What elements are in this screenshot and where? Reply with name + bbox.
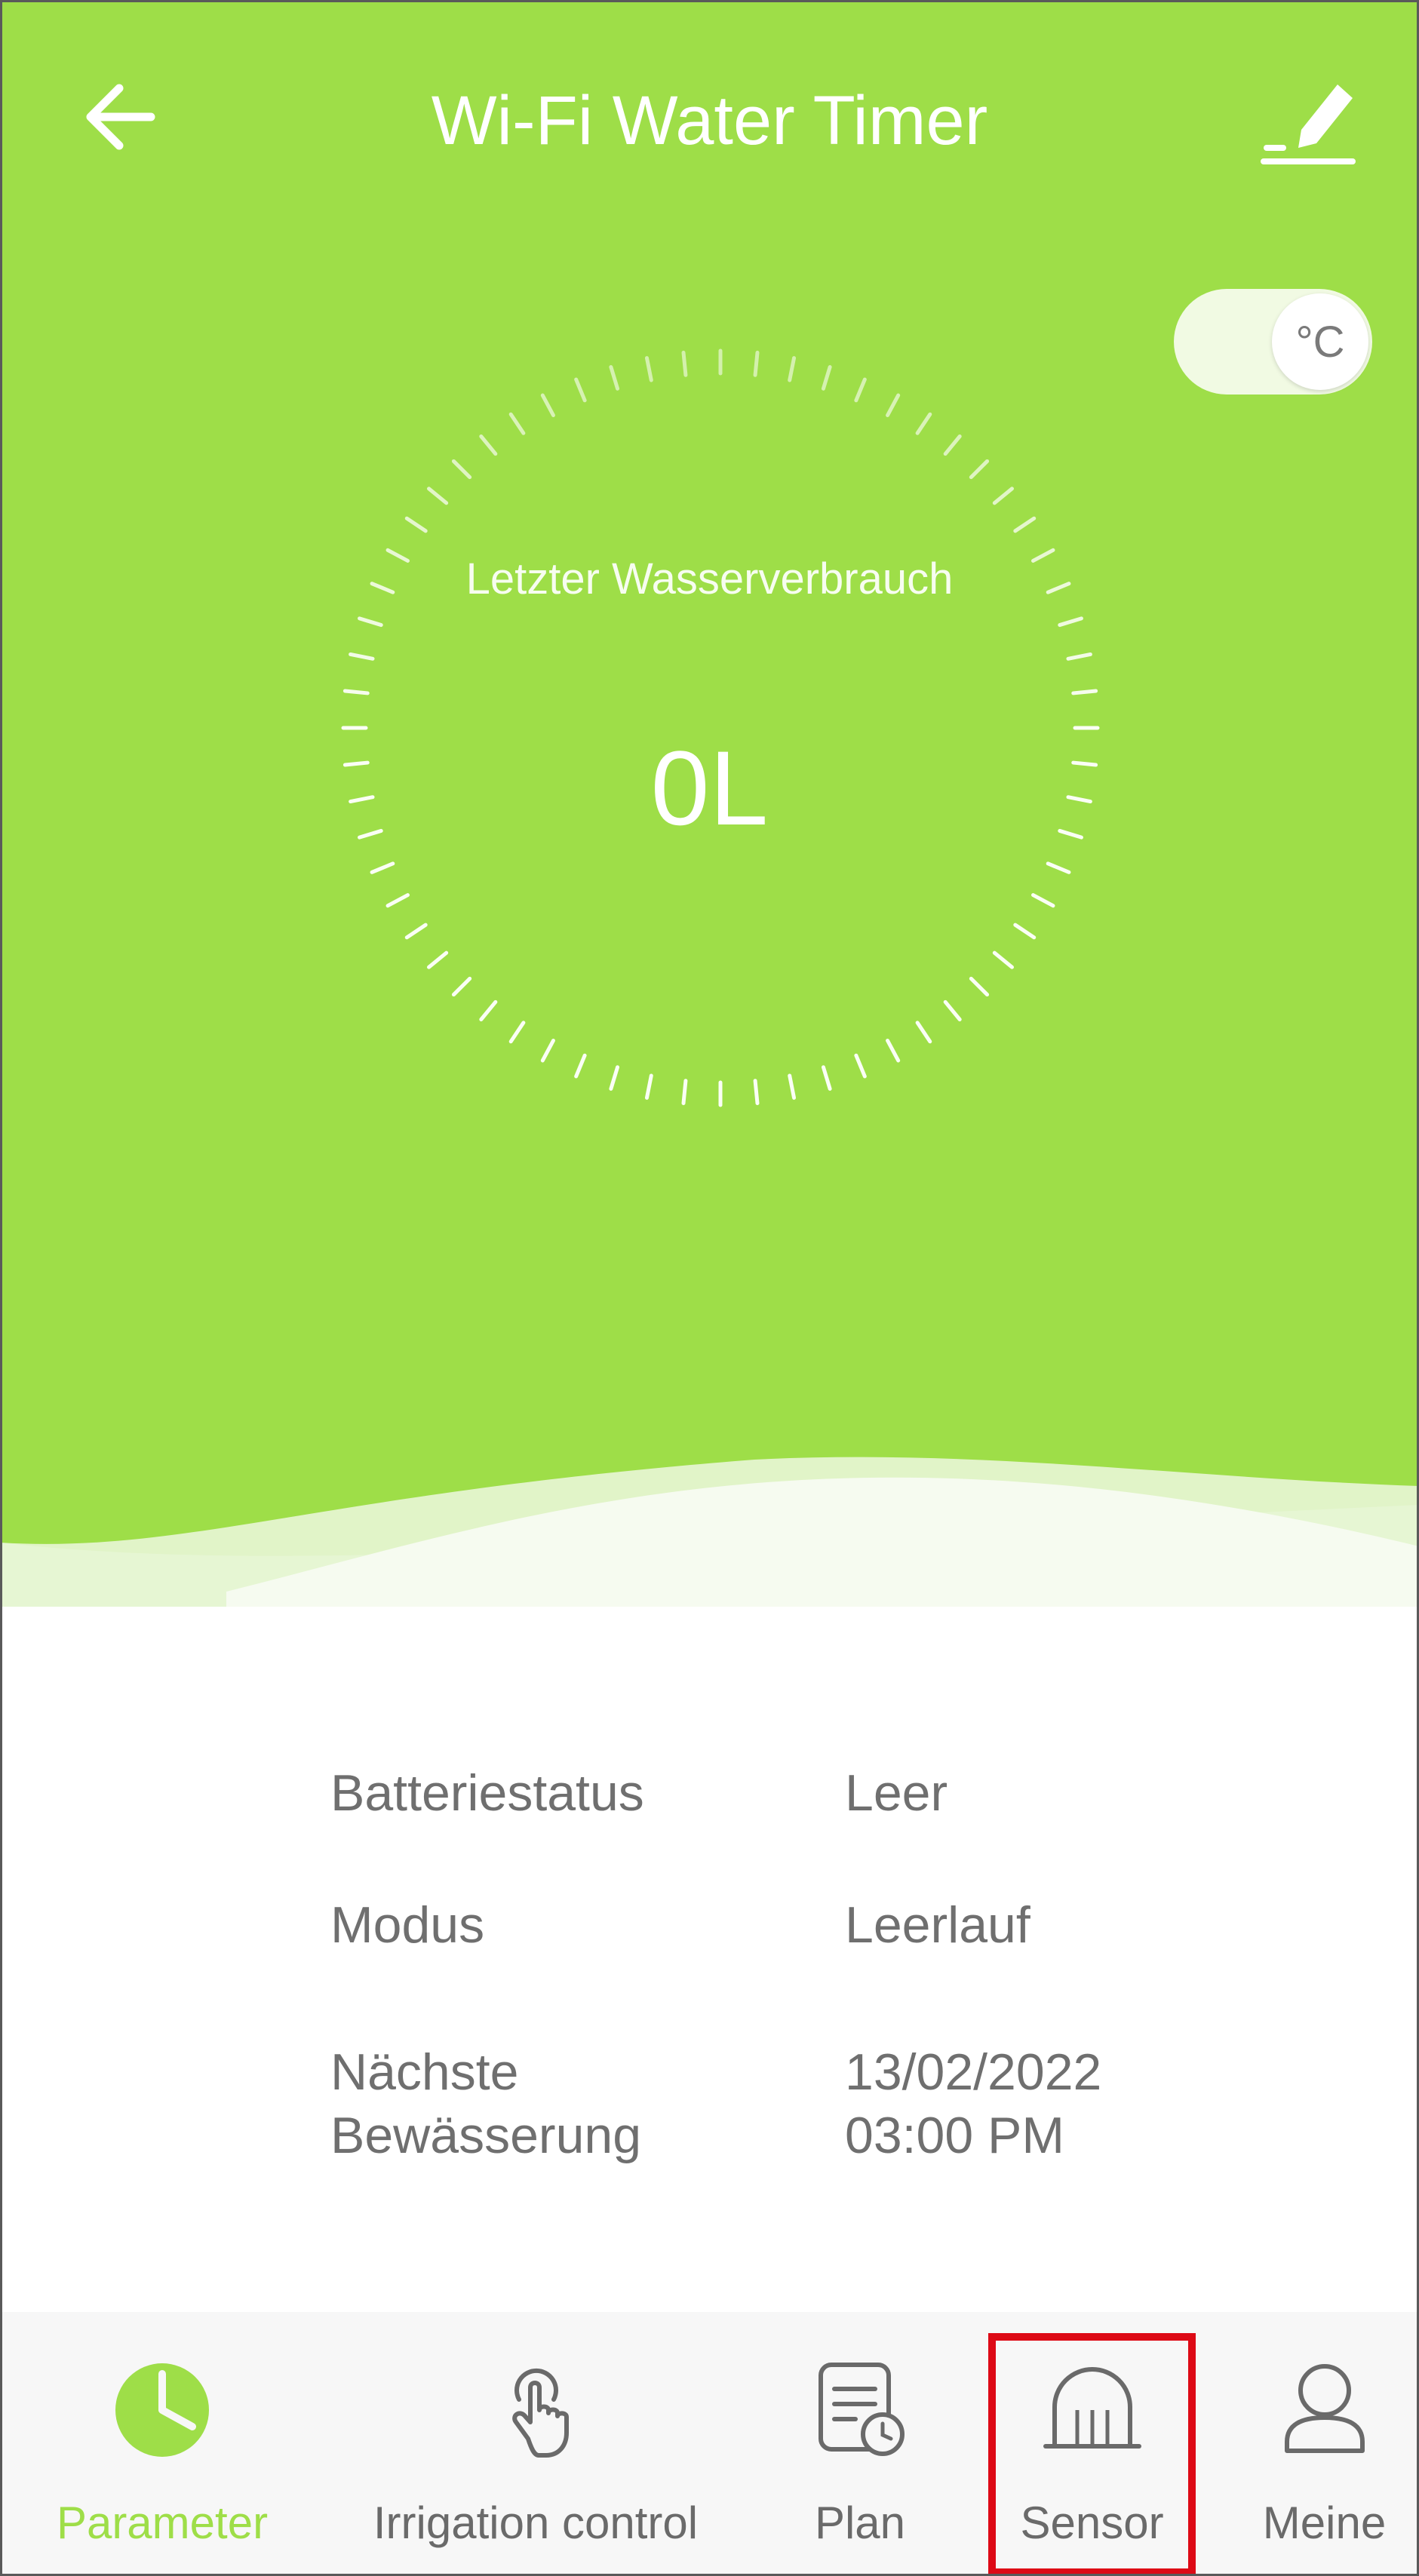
gauge-tick [451,976,472,997]
gauge-tick [943,434,962,456]
header-panel: Wi-Fi Water Timer °C Letzter Wasserverbr… [0,0,1419,1607]
gauge-tick [540,1039,555,1063]
tab-parameter-label: Parameter [56,2498,269,2548]
gauge-tick [753,350,760,377]
gauge-tick [915,1021,932,1044]
tab-plan-label: Plan [814,2498,906,2548]
gauge-tick [1058,616,1083,628]
tab-meine-label: Meine [1262,2498,1387,2548]
gauge-tick [943,999,962,1022]
gauge-tick [644,1073,653,1100]
gauge-tick [370,861,395,874]
gauge-tick [349,652,375,661]
gauge-tick [992,950,1015,969]
gauge-tick [342,689,370,695]
next-irrigation-date: 13/02/2022 [845,2043,1102,2101]
next-irrigation-label-line1: Nächste [330,2043,519,2101]
gauge-tick [1013,923,1037,940]
toggle-knob: °C [1272,293,1368,390]
gauge-tick [358,616,383,628]
gauge-tick [451,459,472,480]
gauge-tick [1031,893,1055,908]
tab-irrigation-control-label: Irrigation control [373,2498,699,2548]
next-irrigation-label-line2: Bewässerung [330,2107,642,2164]
gauge-tick [886,393,901,417]
mode-value: Leerlauf [845,1896,1030,1954]
gauge-tick [508,1021,526,1044]
gauge-tick [1013,516,1037,533]
gauge-tick [426,487,449,505]
page-title: Wi-Fi Water Timer [431,82,988,159]
gauge-value: 0L [650,729,769,847]
tab-plan[interactable]: Plan [785,2312,935,2576]
mode-label: Modus [330,1896,485,1954]
gauge-tick [681,1079,688,1106]
unit-label: °C [1295,317,1345,367]
touch-hand-icon [512,2368,569,2458]
gauge-tick [753,1079,760,1106]
gauge-tick [788,356,797,382]
gauge-tick [854,1053,867,1079]
gauge-tick [404,923,428,940]
gauge-tick [540,393,555,417]
sensor-tab-highlight [988,2333,1196,2576]
gauge-tick [508,412,526,435]
gauge-tick [1046,861,1071,874]
gauge-tick [821,1065,832,1091]
gauge-tick [426,950,449,969]
tab-parameter[interactable]: Parameter [0,2312,324,2576]
gauge-tick [609,365,620,391]
battery-status-label: Batteriestatus [330,1764,644,1822]
decorative-wave [0,1457,1419,1607]
next-irrigation-value: 13/02/2022 03:00 PM [845,2040,1222,2167]
gauge-tick [1066,652,1092,661]
edit-button[interactable] [1256,68,1362,166]
gauge-tick [479,999,498,1022]
gauge-label: Letzter Wasserverbrauch [465,554,954,603]
gauge-tick [644,356,653,382]
user-icon [1284,2364,1365,2453]
gauge-tick [886,1039,901,1063]
battery-status-value: Leer [845,1764,948,1822]
tab-meine[interactable]: Meine [1230,2312,1419,2576]
bottom-tab-bar: Parameter Irrigation control Plan Sensor [0,2312,1419,2576]
gauge-tick [681,350,688,377]
gauge-tick [915,412,932,435]
pencil-icon [1261,84,1356,164]
next-irrigation-label: Nächste Bewässerung [330,2040,813,2167]
gauge-tick [574,377,587,403]
gauge-tick [821,365,832,391]
gauge-tick [574,1053,587,1079]
gauge-tick [992,487,1015,505]
pie-chart-icon [115,2363,209,2457]
gauge-tick [788,1073,797,1100]
temperature-unit-toggle[interactable]: °C [1174,289,1372,395]
gauge-tick [969,459,990,480]
gauge-tick [1071,689,1098,695]
gauge-tick [404,516,428,533]
gauge-tick [385,893,410,908]
gauge-tick [609,1065,620,1091]
gauge-tick [969,976,990,997]
gauge-tick [854,377,867,403]
next-irrigation-time: 03:00 PM [845,2107,1065,2164]
schedule-document-icon [819,2363,905,2456]
tab-irrigation-control[interactable]: Irrigation control [324,2312,747,2576]
gauge-tick [479,434,498,456]
